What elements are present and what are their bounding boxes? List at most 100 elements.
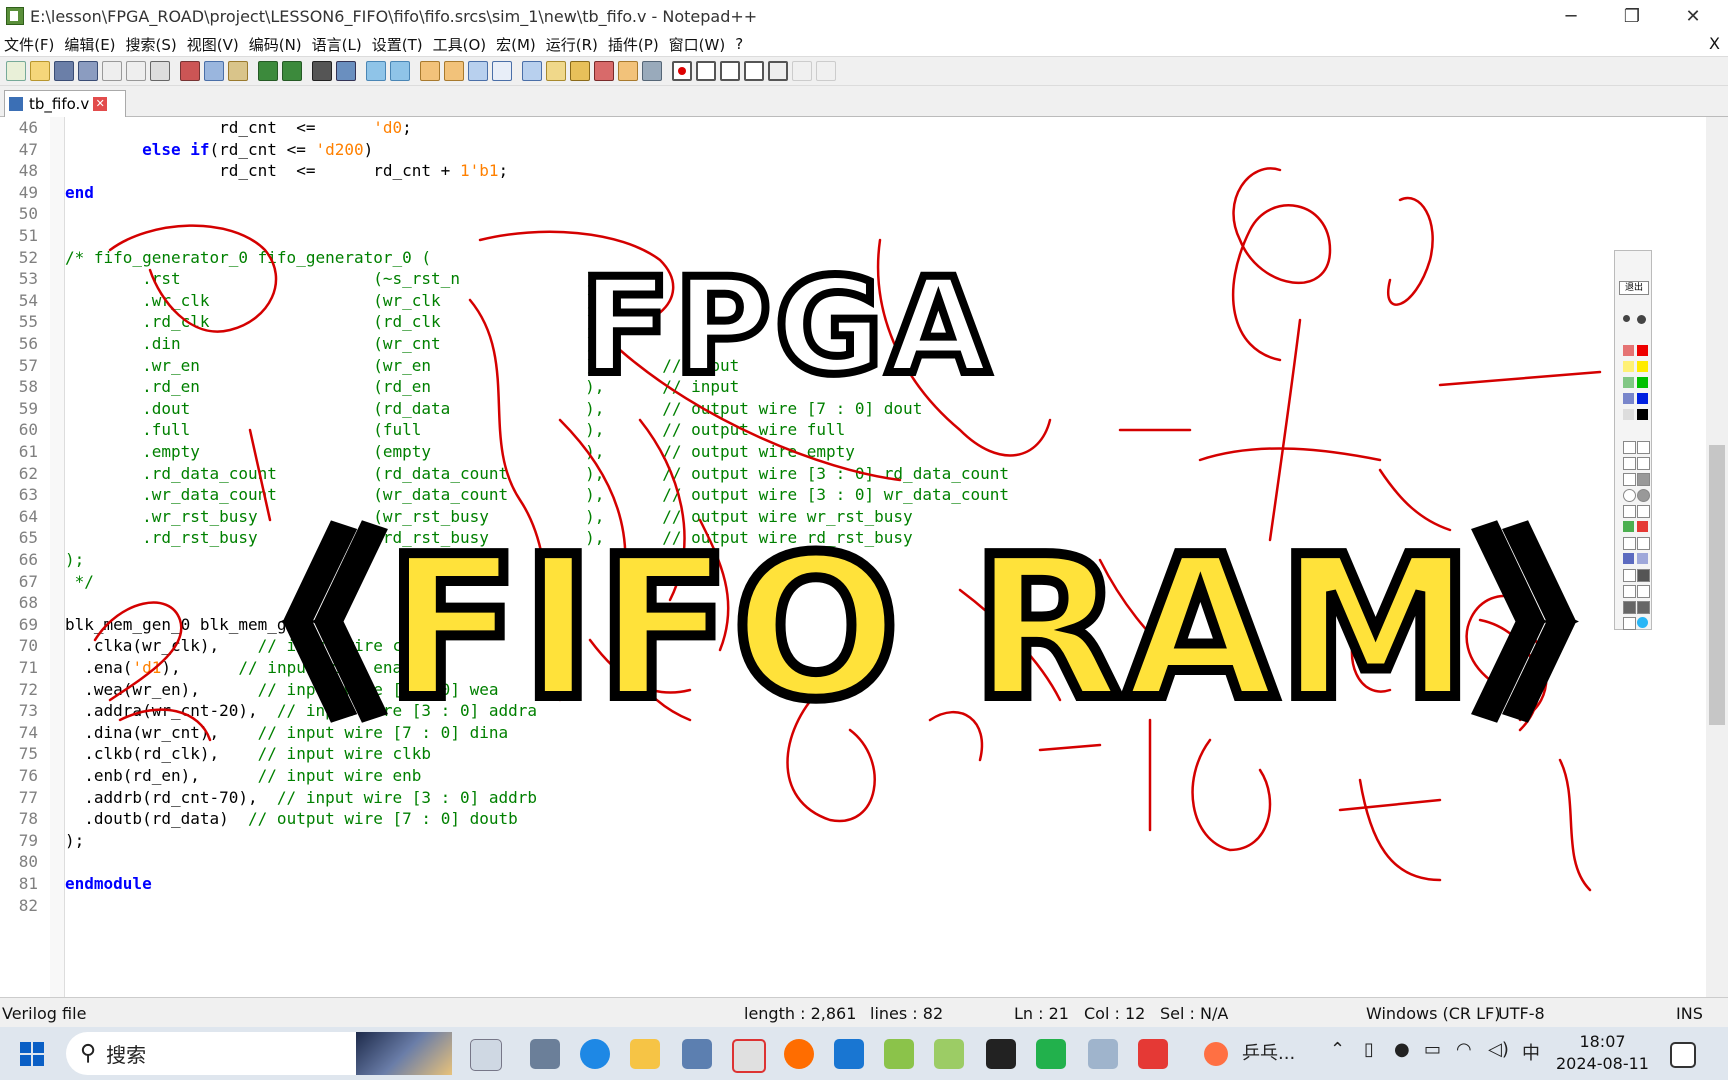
new-page-icon[interactable]	[1623, 585, 1636, 598]
show-all-characters-icon[interactable]	[492, 61, 512, 81]
save-all-icon[interactable]	[78, 61, 98, 81]
save-page-icon[interactable]	[1637, 601, 1650, 614]
arrow-tool-icon[interactable]	[1637, 457, 1650, 470]
tray-overflow-icon[interactable]: ⌃	[1330, 1039, 1345, 1060]
close-all-icon[interactable]	[126, 61, 146, 81]
photos-icon[interactable]	[834, 1039, 864, 1069]
tab-tb-fifo[interactable]: tb_fifo.v ✕	[4, 90, 126, 117]
trash-icon[interactable]	[1637, 569, 1650, 582]
color-swatch-light-red[interactable]	[1623, 345, 1634, 356]
pingpong-app-label[interactable]: 乒乓...	[1242, 1039, 1295, 1065]
menu-plugins[interactable]: 插件(P)	[604, 34, 665, 55]
filled-rectangle-tool-icon[interactable]	[1637, 473, 1650, 486]
open-file-icon[interactable]	[30, 61, 50, 81]
camtasia-red-icon[interactable]	[1138, 1039, 1168, 1069]
plugin-icon[interactable]	[792, 61, 812, 81]
zoom-out-icon[interactable]	[390, 61, 410, 81]
pen-size-medium[interactable]	[1637, 315, 1646, 324]
settings-icon[interactable]	[1623, 617, 1636, 630]
zoom-minus-icon[interactable]	[1637, 553, 1648, 564]
ellipse-tool-icon[interactable]	[1623, 489, 1636, 502]
zoom-in-icon[interactable]	[366, 61, 386, 81]
microphone-icon[interactable]: ●	[1394, 1039, 1410, 1060]
menu-view[interactable]: 视图(V)	[183, 34, 245, 55]
sync-vertical-icon[interactable]	[420, 61, 440, 81]
close-button[interactable]: ✕	[1664, 0, 1722, 32]
indent-guide-icon[interactable]	[522, 61, 542, 81]
color-swatch-light-blue[interactable]	[1623, 393, 1634, 404]
menu-search[interactable]: 搜索(S)	[122, 34, 183, 55]
info-icon[interactable]	[1637, 617, 1648, 628]
copy-icon[interactable]	[204, 61, 224, 81]
macro-play-icon[interactable]	[720, 61, 740, 81]
macro-stop-icon[interactable]	[696, 61, 716, 81]
function-list-icon[interactable]	[594, 61, 614, 81]
scrollbar-thumb[interactable]	[1709, 445, 1725, 725]
pen-size-small[interactable]	[1623, 315, 1630, 322]
monitoring-icon[interactable]	[642, 61, 662, 81]
macro-save-icon[interactable]	[768, 61, 788, 81]
document-map-icon[interactable]	[570, 61, 590, 81]
close-document-button[interactable]: X	[1709, 34, 1720, 53]
wifi-icon[interactable]: ◠	[1456, 1039, 1472, 1060]
menu-help[interactable]: ?	[731, 35, 749, 53]
notepadpp-taskbar-icon[interactable]	[934, 1039, 964, 1069]
line-tool-icon[interactable]	[1623, 457, 1636, 470]
file-explorer-icon[interactable]	[630, 1039, 660, 1069]
windows-start-icon[interactable]	[20, 1042, 44, 1066]
word-wrap-icon[interactable]	[468, 61, 488, 81]
color-swatch-blue[interactable]	[1637, 393, 1648, 404]
battery-icon[interactable]: ▭	[1424, 1039, 1441, 1060]
color-swatch-green[interactable]	[1637, 377, 1648, 388]
color-swatch-black[interactable]	[1637, 409, 1648, 420]
close-file-icon[interactable]	[102, 61, 122, 81]
freehand-tool-icon[interactable]	[1623, 441, 1636, 454]
color-swatch-red[interactable]	[1637, 345, 1648, 356]
undo-icon[interactable]	[258, 61, 278, 81]
edge-browser-icon[interactable]	[580, 1039, 610, 1069]
red-tool-icon[interactable]	[732, 1039, 766, 1073]
highlighter-tool-icon[interactable]	[1637, 441, 1650, 454]
folder-workspace-icon[interactable]	[618, 61, 638, 81]
menu-file[interactable]: 文件(F)	[0, 34, 60, 55]
menu-run[interactable]: 运行(R)	[542, 34, 604, 55]
menu-settings[interactable]: 设置(T)	[368, 34, 429, 55]
task-view-icon[interactable]	[470, 1039, 502, 1071]
palette-exit-button[interactable]: 退出	[1619, 281, 1649, 295]
modelsim-icon[interactable]	[986, 1039, 1016, 1069]
menu-encoding[interactable]: 编码(N)	[245, 34, 308, 55]
notification-center-icon[interactable]	[1670, 1042, 1696, 1068]
minimize-button[interactable]: ─	[1542, 0, 1600, 32]
restore-button[interactable]: ❐	[1603, 0, 1661, 32]
sync-horizontal-icon[interactable]	[444, 61, 464, 81]
fold-margin[interactable]	[50, 117, 64, 997]
plugin-extra-icon[interactable]	[816, 61, 836, 81]
language-icon[interactable]	[546, 61, 566, 81]
select-region-icon[interactable]	[1623, 537, 1636, 550]
print-icon[interactable]	[150, 61, 170, 81]
usb-device-icon[interactable]: ▯	[1364, 1039, 1374, 1060]
print-page-icon[interactable]	[1623, 601, 1636, 614]
rectangle-tool-icon[interactable]	[1623, 473, 1636, 486]
color-swatch-yellow[interactable]	[1637, 361, 1648, 372]
menu-language[interactable]: 语言(L)	[308, 34, 368, 55]
copy-page-icon[interactable]	[1637, 585, 1650, 598]
redo-icon[interactable]	[282, 61, 302, 81]
macro-play-multiple-icon[interactable]	[744, 61, 764, 81]
color-swatch-white[interactable]	[1623, 409, 1634, 420]
vertical-scrollbar[interactable]	[1706, 117, 1728, 997]
volume-icon[interactable]: ◁)	[1488, 1039, 1509, 1060]
menu-edit[interactable]: 编辑(E)	[60, 34, 121, 55]
taskbar-search-box[interactable]: ⚲ 搜索	[66, 1032, 452, 1075]
system-clock[interactable]: 18:07 2024-08-11	[1556, 1031, 1649, 1075]
pingpong-app-icon[interactable]	[1204, 1042, 1228, 1066]
color-swatch-light-yellow[interactable]	[1623, 361, 1634, 372]
tab-close-icon[interactable]: ✕	[93, 97, 108, 111]
menu-tools[interactable]: 工具(O)	[429, 34, 493, 55]
cancel-icon[interactable]	[1637, 521, 1648, 532]
double-arrow-tool-icon[interactable]	[1623, 505, 1636, 518]
zoom-plus-icon[interactable]	[1623, 553, 1634, 564]
menu-window[interactable]: 窗口(W)	[665, 34, 732, 55]
macro-record-icon[interactable]	[672, 61, 692, 81]
firefox-icon[interactable]	[784, 1039, 814, 1069]
